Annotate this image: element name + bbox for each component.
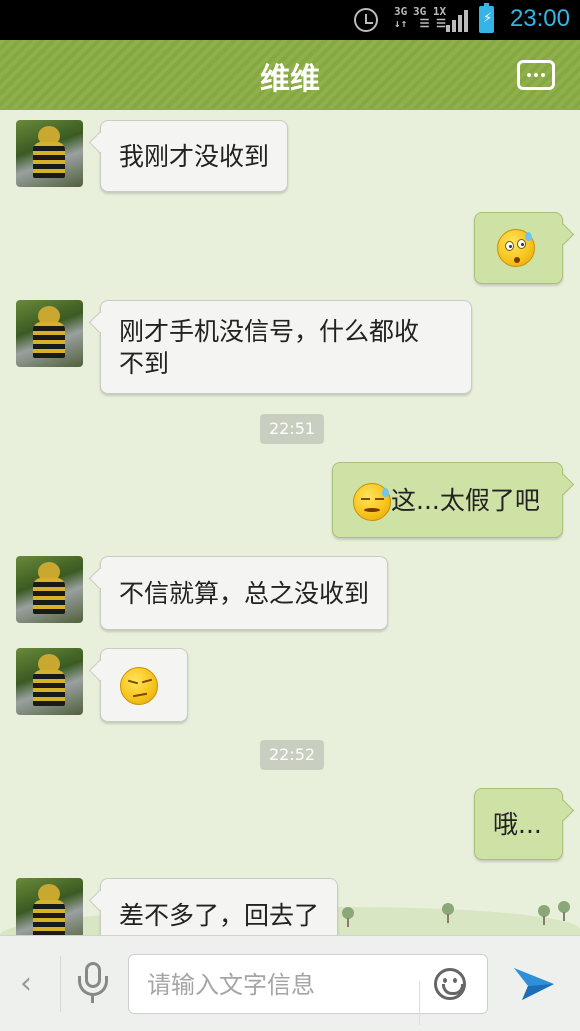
message-bubble-outgoing[interactable]: 这...太假了吧 (332, 462, 563, 538)
background-tree (442, 903, 454, 923)
smiley-icon[interactable] (434, 968, 466, 1000)
sweat-confused-emoji-icon (497, 229, 535, 267)
message-list[interactable]: 我刚才没收到 刚才手机没信号，什么都收 不到 22:51 这...太假了吧 不信… (0, 110, 580, 935)
contact-avatar[interactable] (16, 120, 83, 187)
background-tree (342, 907, 354, 927)
message-bubble-outgoing[interactable] (474, 212, 563, 284)
message-bubble-incoming[interactable]: 我刚才没收到 (100, 120, 289, 192)
contact-avatar[interactable] (16, 648, 83, 715)
message-bubble-incoming[interactable]: 差不多了，回去了 (100, 878, 339, 935)
status-bar: 3G ↓↑ 3G 1X ☰ ☰ ⚡ 23:00 (0, 0, 580, 40)
send-icon[interactable] (512, 960, 556, 1004)
message-timestamp: 22:52 (260, 740, 325, 770)
message-text: 这...太假了吧 (391, 486, 540, 515)
message-bubble-incoming[interactable]: 不信就算，总之没收到 (100, 556, 389, 630)
contact-avatar[interactable] (16, 556, 83, 623)
smug-emoji-icon (120, 667, 158, 705)
message-bubble-incoming[interactable]: 刚才手机没信号，什么都收 不到 (100, 300, 472, 394)
microphone-icon[interactable] (74, 962, 112, 1006)
battery-icon: ⚡ (479, 3, 494, 33)
input-bar: ‹ (0, 935, 580, 1031)
more-options-icon[interactable] (517, 60, 555, 90)
network-3g-indicator: 3G ↓↑ (394, 5, 408, 30)
alarm-icon (354, 8, 378, 32)
message-bubble-outgoing[interactable]: 哦... (474, 788, 563, 860)
message-input-box[interactable] (128, 954, 488, 1025)
message-bubble-incoming[interactable] (100, 648, 188, 722)
status-time: 23:00 (509, 5, 570, 32)
chevron-left-icon[interactable]: ‹ (20, 966, 32, 1001)
input-divider (419, 981, 420, 1025)
signal-strength-icon (446, 10, 468, 32)
contact-avatar[interactable] (16, 878, 83, 935)
contact-avatar[interactable] (16, 300, 83, 367)
divider (60, 956, 61, 1012)
message-timestamp: 22:51 (260, 414, 325, 444)
chat-header: 维维 (0, 40, 580, 116)
sweat-squint-emoji-icon (353, 483, 391, 521)
background-tree (538, 905, 550, 925)
network-1x-indicator: 3G 1X ☰ ☰ (413, 5, 447, 30)
chat-title: 维维 (260, 62, 320, 97)
background-tree (558, 901, 570, 921)
message-input[interactable] (147, 965, 417, 1005)
